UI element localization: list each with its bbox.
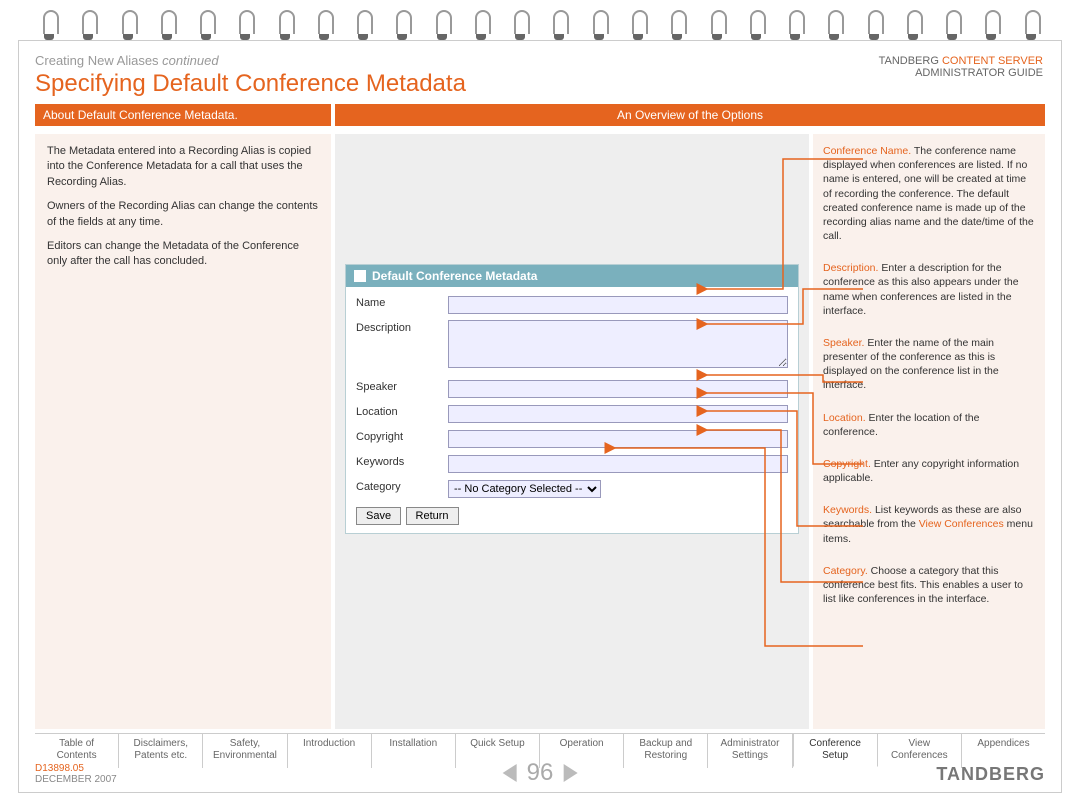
document-id-block: TANDBERG CONTENT SERVER ADMINISTRATOR GU… — [879, 55, 1043, 79]
copyright-label: Copyright — [356, 429, 448, 443]
page-content: Creating New Aliases continued Specifyin… — [18, 40, 1062, 793]
description-label: Description — [356, 320, 448, 334]
copyright-field[interactable] — [448, 430, 788, 448]
section-heading-right: An Overview of the Options — [335, 104, 1045, 126]
opt-speaker: Speaker. Enter the name of the main pres… — [823, 336, 1035, 393]
tab-conference-setup[interactable]: ConferenceSetup — [793, 733, 878, 767]
options-column: Conference Name. The conference name dis… — [813, 134, 1045, 729]
prev-page-icon[interactable] — [503, 764, 517, 782]
metadata-panel-header: Default Conference Metadata — [346, 265, 798, 287]
about-p2: Owners of the Recording Alias can change… — [47, 199, 319, 230]
panel-icon — [354, 270, 366, 282]
opt-category: Category. Choose a category that this co… — [823, 564, 1035, 607]
opt-conference-name: Conference Name. The conference name dis… — [823, 144, 1035, 243]
screenshot-column: Default Conference Metadata Name Descrip… — [335, 134, 809, 729]
name-label: Name — [356, 295, 448, 309]
brand-logo: TANDBERG — [936, 764, 1045, 785]
about-p3: Editors can change the Metadata of the C… — [47, 239, 319, 270]
about-p1: The Metadata entered into a Recording Al… — [47, 144, 319, 190]
opt-description: Description. Enter a description for the… — [823, 261, 1035, 318]
spiral-binding — [0, 0, 1080, 40]
category-select[interactable]: -- No Category Selected -- — [448, 480, 601, 498]
save-button[interactable]: Save — [356, 507, 401, 525]
section-heading-left: About Default Conference Metadata. — [35, 104, 331, 126]
return-button[interactable]: Return — [406, 507, 459, 525]
opt-keywords: Keywords. List keywords as these are als… — [823, 503, 1035, 546]
page-number: 96 — [527, 759, 554, 787]
speaker-label: Speaker — [356, 379, 448, 393]
category-label: Category — [356, 479, 448, 493]
opt-copyright: Copyright. Enter any copyright informati… — [823, 457, 1035, 485]
speaker-field[interactable] — [448, 380, 788, 398]
name-field[interactable] — [448, 296, 788, 314]
next-page-icon[interactable] — [563, 764, 577, 782]
keywords-label: Keywords — [356, 454, 448, 468]
metadata-panel: Default Conference Metadata Name Descrip… — [345, 264, 799, 534]
about-column: The Metadata entered into a Recording Al… — [35, 134, 331, 729]
opt-location: Location. Enter the location of the conf… — [823, 411, 1035, 439]
keywords-field[interactable] — [448, 455, 788, 473]
description-field[interactable] — [448, 320, 788, 368]
location-field[interactable] — [448, 405, 788, 423]
page-navigation: 96 — [503, 759, 578, 787]
location-label: Location — [356, 404, 448, 418]
